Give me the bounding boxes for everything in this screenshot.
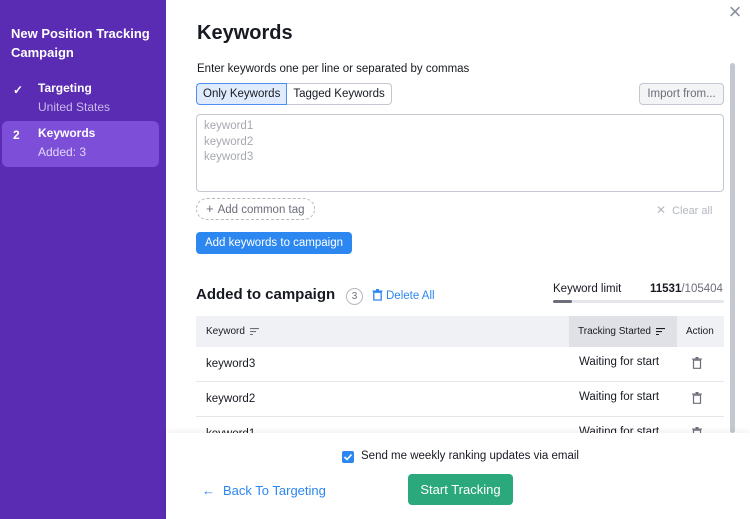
add-keywords-button[interactable]: Add keywords to campaign xyxy=(196,232,352,254)
keyword-limit-label: Keyword limit xyxy=(553,283,622,295)
delete-all-button[interactable]: Delete All xyxy=(372,289,435,302)
tab-tagged-keywords[interactable]: Tagged Keywords xyxy=(287,83,392,105)
table-row: keyword3 Waiting for start xyxy=(196,347,724,382)
back-label: Back To Targeting xyxy=(223,483,326,498)
keyword-limit-fill xyxy=(553,300,572,303)
keyword-cell: keyword3 xyxy=(206,358,256,370)
keywords-textarea[interactable] xyxy=(196,114,724,192)
column-keyword[interactable]: Keyword xyxy=(206,326,259,337)
plus-icon: + xyxy=(206,201,214,216)
keyword-cell: keyword2 xyxy=(206,393,256,405)
page-title: Keywords xyxy=(197,22,293,44)
sort-icon xyxy=(249,328,259,335)
status-cell: Waiting for start xyxy=(579,356,660,368)
keyword-mode-toggle: Only Keywords Tagged Keywords xyxy=(196,83,392,105)
step-targeting[interactable]: ✓ Targeting United States xyxy=(2,76,159,122)
trash-icon[interactable] xyxy=(692,392,702,404)
delete-all-label: Delete All xyxy=(386,290,435,302)
count-badge: 3 xyxy=(346,288,363,305)
wizard-title: New Position Tracking Campaign xyxy=(11,26,150,60)
step-keywords[interactable]: 2 Keywords Added: 3 xyxy=(2,121,159,167)
table-row: keyword2 Waiting for start xyxy=(196,382,724,417)
keyword-limit-value: 11531/105404 xyxy=(650,283,723,295)
clear-all-button[interactable]: ✕ Clear all xyxy=(656,203,712,217)
back-to-targeting-link[interactable]: ← Back To Targeting xyxy=(202,483,326,498)
status-cell: Waiting for start xyxy=(579,391,660,403)
step-label: Targeting xyxy=(38,81,92,95)
wizard-sidebar: New Position Tracking Campaign ✓ Targeti… xyxy=(0,0,166,519)
close-icon: ✕ xyxy=(656,203,667,217)
tab-only-keywords[interactable]: Only Keywords xyxy=(196,83,288,105)
keyword-limit-bar xyxy=(553,300,724,303)
footer-bar: Send me weekly ranking updates via email… xyxy=(166,433,750,519)
checkmark-icon: ✓ xyxy=(13,83,24,97)
step-subtitle: Added: 3 xyxy=(38,145,87,159)
clear-all-label: Clear all xyxy=(672,205,713,217)
trash-icon[interactable] xyxy=(692,357,702,369)
checkmark-icon xyxy=(343,453,353,461)
add-common-tag-button[interactable]: + Add common tag xyxy=(196,198,315,220)
section-title: Added to campaign xyxy=(196,286,336,303)
start-tracking-button[interactable]: Start Tracking xyxy=(408,474,513,505)
column-action: Action xyxy=(686,326,714,337)
weekly-updates-label: Send me weekly ranking updates via email xyxy=(361,450,579,462)
close-icon[interactable]: × xyxy=(726,1,744,23)
trash-icon xyxy=(372,289,383,301)
weekly-updates-checkbox[interactable] xyxy=(342,451,354,463)
arrow-left-icon: ← xyxy=(202,483,215,498)
import-button[interactable]: Import from... xyxy=(639,83,724,105)
add-tag-label: Add common tag xyxy=(217,204,305,216)
step-number: 2 xyxy=(13,128,20,142)
step-subtitle: United States xyxy=(38,100,111,114)
scrollbar[interactable] xyxy=(730,63,735,433)
column-tracking-started[interactable]: Tracking Started xyxy=(569,316,677,347)
instruction-text: Enter keywords one per line or separated… xyxy=(197,63,470,75)
table-header: Keyword Tracking Started Action xyxy=(196,316,724,347)
step-label: Keywords xyxy=(38,126,96,140)
sort-icon xyxy=(656,328,665,335)
